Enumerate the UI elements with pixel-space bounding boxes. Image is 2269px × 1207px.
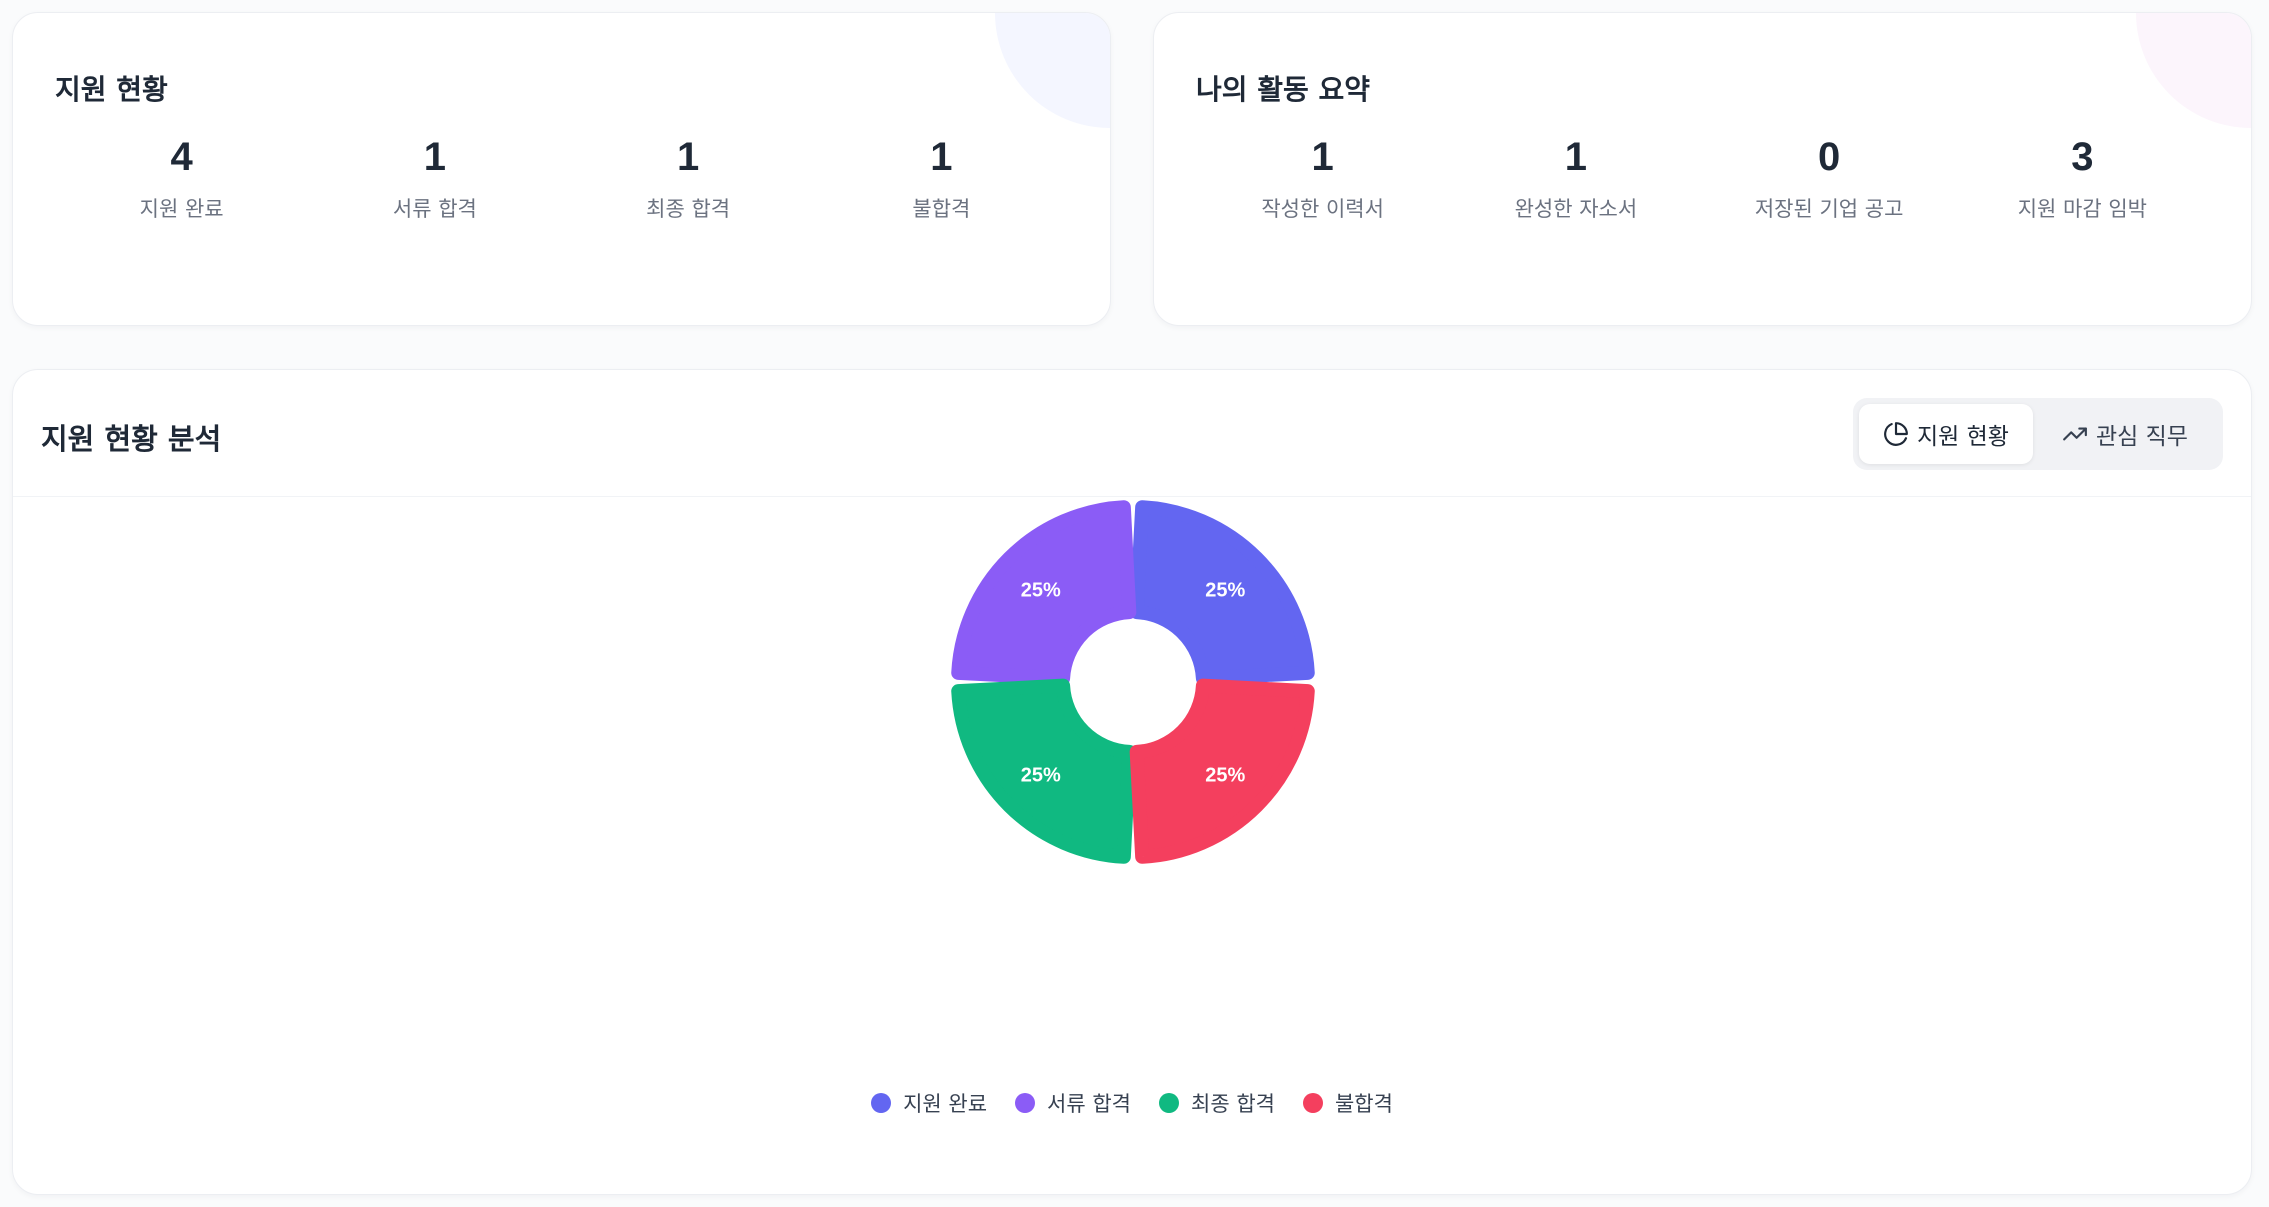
legend-dot <box>1015 1093 1036 1113</box>
stat-value: 0 <box>1818 135 1841 179</box>
corner-decoration <box>2136 13 2251 128</box>
tab-interest-jobs[interactable]: 관심 직무 <box>2033 404 2217 464</box>
stat-label: 저장된 기업 공고 <box>1754 197 1904 221</box>
tab-apply-status[interactable]: 지원 현황 <box>1859 404 2033 464</box>
legend-item: 불합격 <box>1302 1088 1393 1118</box>
slice-label: 25% <box>1021 580 1061 602</box>
stat-cover-letters: 1 완성한 자소서 <box>1449 135 1702 223</box>
analysis-card: 지원 현황 분석 지원 현황 관심 직무 25% 25% 25% 25% 지원 완 <box>12 369 2252 1195</box>
tab-label: 지원 현황 <box>1917 424 2009 450</box>
stat-resumes: 1 작성한 이력서 <box>1196 135 1449 223</box>
legend-label: 불합격 <box>1334 1092 1393 1116</box>
stat-label: 지원 완료 <box>139 197 224 221</box>
legend-label: 지원 완료 <box>903 1092 988 1116</box>
stat-value: 1 <box>1311 135 1334 179</box>
stat-rejected: 1 불합격 <box>815 135 1068 223</box>
apply-stats: 4 지원 완료 1 서류 합격 1 최종 합격 1 불합격 <box>55 135 1068 223</box>
stat-final-passed: 1 최종 합격 <box>562 135 815 223</box>
activity-summary-card: 나의 활동 요약 1 작성한 이력서 1 완성한 자소서 0 저장된 기업 공고… <box>1153 12 2252 326</box>
stat-value: 3 <box>2071 135 2094 179</box>
slice-label: 25% <box>1205 580 1245 602</box>
apply-status-card: 지원 현황 4 지원 완료 1 서류 합격 1 최종 합격 1 불합격 <box>12 12 1111 326</box>
stat-document-passed: 1 서류 합격 <box>308 135 561 223</box>
legend-dot <box>1159 1093 1179 1113</box>
card-title: 나의 활동 요약 <box>1196 73 1371 106</box>
stat-saved-jobs: 0 저장된 기업 공고 <box>1703 135 1956 223</box>
stat-value: 4 <box>170 135 193 179</box>
slice-label: 25% <box>1021 764 1061 786</box>
stat-label: 지원 마감 임박 <box>2017 197 2148 221</box>
stat-label: 작성한 이력서 <box>1261 197 1384 221</box>
stat-deadline-soon: 3 지원 마감 임박 <box>1956 135 2209 223</box>
legend-label: 최종 합격 <box>1191 1092 1275 1116</box>
stat-label: 최종 합격 <box>646 197 731 221</box>
stat-label: 서류 합격 <box>392 197 477 221</box>
stat-value: 1 <box>930 135 953 179</box>
analysis-title: 지원 현황 분석 <box>41 422 222 456</box>
tab-label: 관심 직무 <box>2096 424 2188 450</box>
stat-applied: 4 지원 완료 <box>55 135 308 223</box>
legend-item: 서류 합격 <box>1015 1088 1131 1118</box>
activity-stats: 1 작성한 이력서 1 완성한 자소서 0 저장된 기업 공고 3 지원 마감 … <box>1196 135 2209 223</box>
legend-item: 최종 합격 <box>1159 1088 1275 1118</box>
pie-chart-icon <box>1884 422 1908 446</box>
stat-value: 1 <box>1564 135 1587 179</box>
analysis-header: 지원 현황 분석 지원 현황 관심 직무 <box>13 370 2251 497</box>
slice-label: 25% <box>1205 764 1245 786</box>
legend-dot <box>871 1093 892 1113</box>
stat-label: 완성한 자소서 <box>1514 197 1638 221</box>
stat-label: 불합격 <box>912 197 971 221</box>
stat-value: 1 <box>677 135 700 179</box>
donut-chart: 25% 25% 25% 25% <box>951 500 1315 864</box>
card-title: 지원 현황 <box>55 73 168 106</box>
corner-decoration <box>995 13 1110 128</box>
legend-item: 지원 완료 <box>871 1088 987 1118</box>
legend-label: 서류 합격 <box>1047 1092 1131 1116</box>
chart-toggle: 지원 현황 관심 직무 <box>1853 398 2223 470</box>
stat-value: 1 <box>423 135 446 179</box>
trending-up-icon <box>2063 427 2087 441</box>
legend-dot <box>1302 1093 1323 1113</box>
chart-legend: 지원 완료 서류 합격 최종 합격 불합격 <box>13 1088 2251 1118</box>
